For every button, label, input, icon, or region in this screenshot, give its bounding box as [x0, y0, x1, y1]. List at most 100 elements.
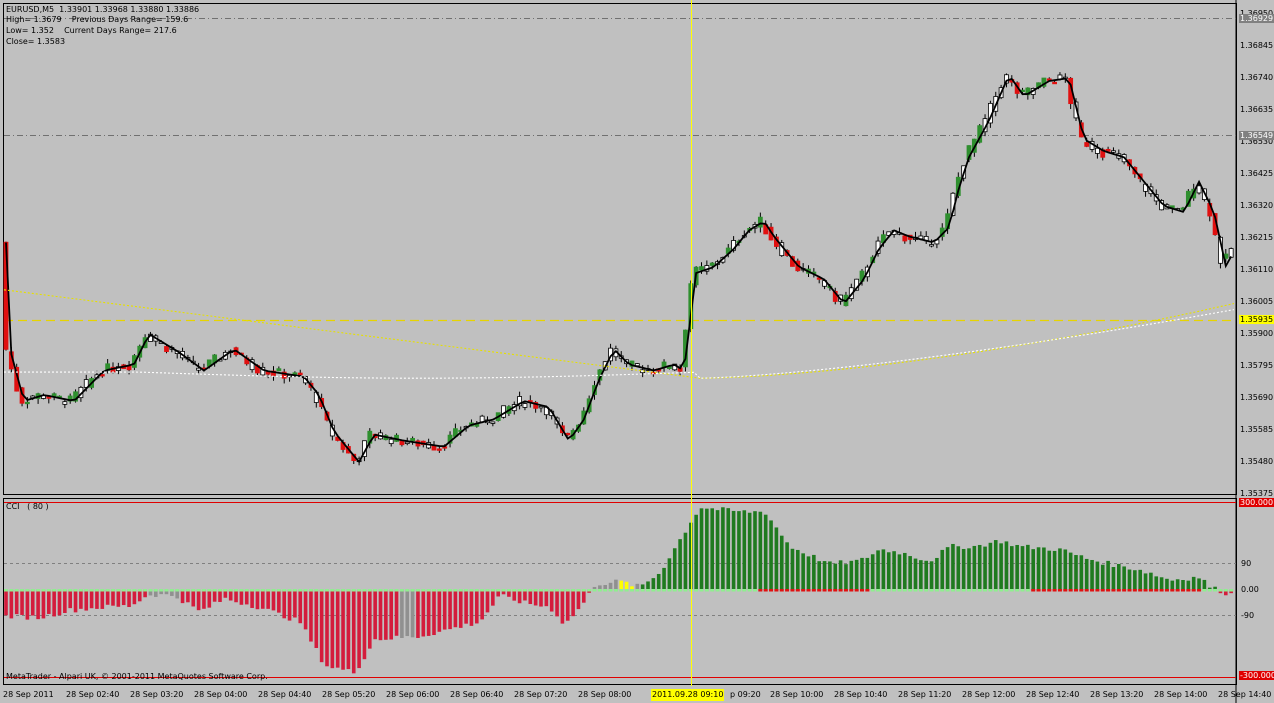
- cci-bar: [309, 590, 313, 642]
- cci-bar: [1036, 547, 1041, 590]
- slow-ma-yellow: [3, 289, 1235, 379]
- cci-bar: [731, 510, 736, 590]
- cci-bar: [314, 590, 319, 648]
- cci-zero-marker: [335, 589, 340, 592]
- cci-bar: [913, 558, 918, 590]
- cci-zero-marker: [694, 589, 699, 592]
- cci-zero-marker: [341, 589, 346, 592]
- cci-bar: [421, 590, 426, 637]
- cci-bar: [362, 590, 367, 660]
- cci-bar: [972, 545, 977, 590]
- cci-bar: [485, 590, 490, 613]
- candle-body: [62, 401, 68, 405]
- cci-zero-marker: [415, 589, 420, 592]
- cci-zero-marker: [999, 589, 1004, 592]
- cci-bar: [89, 590, 94, 609]
- cci-zero-marker: [362, 589, 367, 592]
- cci-zero-marker: [250, 589, 255, 592]
- cci-zero-marker: [843, 589, 848, 592]
- cci-bar: [287, 590, 292, 621]
- cci-bar: [137, 590, 142, 602]
- cci-zero-marker: [983, 589, 988, 592]
- cci-zero-marker: [260, 589, 265, 592]
- cci-zero-marker: [442, 589, 447, 592]
- cci-zero-marker: [1148, 589, 1153, 592]
- cci-zero-marker: [662, 589, 667, 592]
- cci-bar: [250, 590, 254, 608]
- close-info-line: Close= 1.3583: [6, 37, 66, 46]
- cci-bar: [298, 590, 303, 624]
- time-axis-label: 28 Sep 02:40: [66, 690, 120, 699]
- candle-body: [24, 401, 30, 405]
- cci-bar: [255, 590, 260, 610]
- main-panel-frame: [3, 3, 1237, 495]
- cci-bar: [464, 590, 468, 624]
- cci-zero-marker: [201, 589, 206, 592]
- cci-zero-marker: [378, 589, 383, 592]
- cci-bar: [1015, 544, 1019, 590]
- cci-bar: [330, 590, 335, 669]
- cci-bar: [860, 557, 864, 590]
- cci-zero-marker: [1047, 589, 1052, 592]
- cci-zero-marker: [383, 589, 388, 592]
- cci-zero-marker: [191, 589, 196, 592]
- cci-zero-marker: [597, 589, 602, 592]
- cci-zero-marker: [1063, 589, 1068, 592]
- cci-bar: [186, 590, 190, 603]
- cci-zero-marker: [587, 589, 592, 592]
- cci-zero-marker: [410, 589, 415, 592]
- moving-average-line: [5, 77, 1232, 464]
- cci-bar: [555, 590, 559, 617]
- cci-level-zero: 0.00: [1241, 585, 1259, 594]
- cci-zero-marker: [1041, 589, 1046, 592]
- cci-zero-marker: [790, 589, 795, 592]
- cci-zero-marker: [967, 589, 971, 592]
- cci-bar: [785, 542, 789, 590]
- cci-zero-marker: [20, 589, 25, 592]
- cci-zero-marker: [1202, 589, 1207, 592]
- cci-bar: [651, 578, 656, 590]
- cci-bar: [576, 590, 581, 610]
- time-axis-label: 28 Sep 13:20: [1090, 690, 1144, 699]
- price-tag-yellow: 1.35935: [1239, 315, 1274, 324]
- cci-bar: [282, 590, 286, 619]
- cci-bar: [1090, 559, 1094, 590]
- cci-zero-marker: [688, 589, 693, 592]
- candle-body: [522, 403, 528, 408]
- symbol-info-line: EURUSD,M5 1.33901 1.33968 1.33880 1.3388…: [6, 5, 200, 14]
- cci-zero-marker: [860, 589, 864, 592]
- cci-bar: [1010, 546, 1014, 590]
- chart-canvas[interactable]: [0, 0, 1274, 703]
- cci-bar: [774, 527, 779, 590]
- cci-level-90: 90: [1241, 559, 1252, 568]
- cci-bar: [335, 590, 340, 668]
- cci-zero-marker: [1009, 589, 1014, 592]
- cci-zero-marker: [533, 589, 538, 592]
- cci-bar: [539, 590, 543, 607]
- cci-bar: [1031, 549, 1035, 590]
- cci-bar: [689, 522, 693, 590]
- cci-zero-marker: [207, 589, 212, 592]
- cci-zero-marker: [1164, 589, 1169, 592]
- cci-bar: [1138, 569, 1142, 590]
- cci-zero-marker: [303, 589, 308, 592]
- cci-zero-marker: [469, 589, 474, 592]
- cci-zero-marker: [902, 589, 907, 592]
- cci-bar: [196, 590, 201, 611]
- cci-zero-marker: [1181, 589, 1185, 592]
- cci-bar: [218, 590, 222, 602]
- cci-bar: [870, 554, 875, 590]
- cci-bar: [828, 561, 832, 590]
- price-tag-middle: 1.36549: [1239, 131, 1274, 140]
- cci-zero-marker: [314, 589, 319, 592]
- cci-zero-marker: [448, 589, 453, 592]
- candle-body: [1095, 147, 1100, 154]
- cci-bar: [903, 552, 907, 590]
- cci-bar: [351, 590, 356, 674]
- cci-bar: [416, 590, 420, 638]
- cci-bar: [528, 590, 533, 605]
- cci-zero-marker: [25, 589, 30, 592]
- cci-zero-marker: [389, 589, 394, 592]
- cci-bar: [865, 557, 870, 590]
- cci-zero-marker: [988, 589, 993, 592]
